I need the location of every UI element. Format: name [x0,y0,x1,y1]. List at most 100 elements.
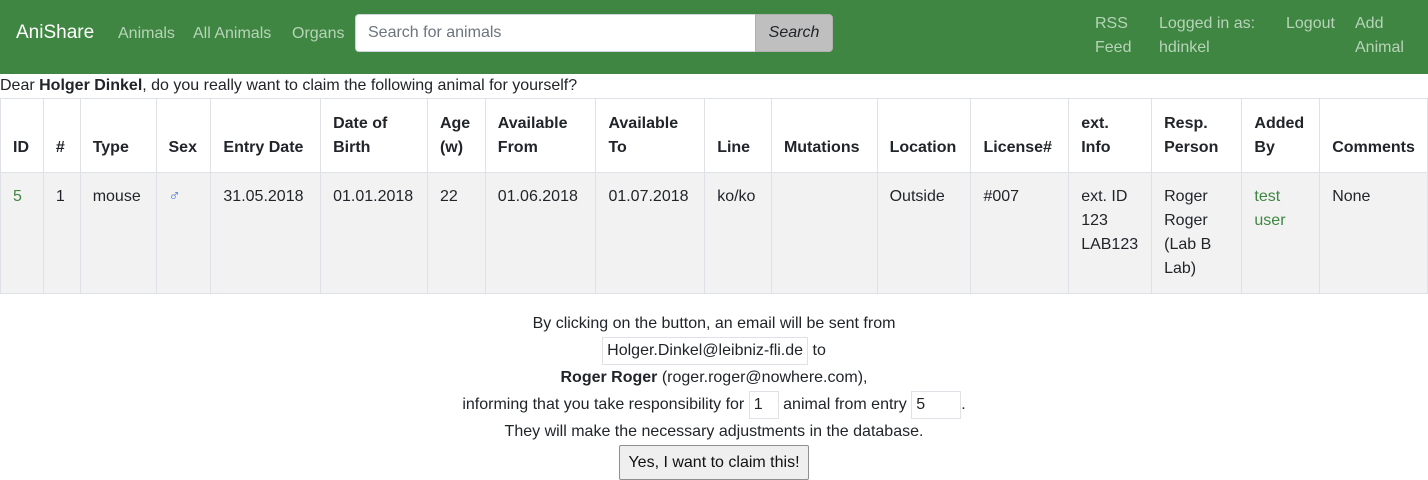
col-header-added-line2: By [1254,139,1275,156]
col-header-to-line2: To [608,139,627,156]
col-header-available-to: Available To [595,98,706,173]
added-by-user-link[interactable]: test user [1254,185,1307,233]
col-header-resp-person: Resp. Person [1151,98,1243,173]
search-button[interactable]: Search [755,14,833,52]
col-header-added-line1: Added [1254,115,1305,132]
col-header-ext-info: ext. Info [1068,98,1153,173]
cell-mutations [770,172,878,294]
add-animal-link[interactable]: Add Animal [1355,12,1404,60]
resp-suffix: . [961,396,966,414]
cell-available-to: 01.07.2018 [595,172,706,294]
entry-field[interactable]: 5 [911,391,962,419]
col-header-available-from: Available From [484,98,597,173]
cell-count: 1 [42,172,81,294]
user-full-name: Holger Dinkel [39,77,143,94]
recipient-email: (roger.roger@nowhere.com), [657,369,868,386]
animal-table: ID # Type Sex Entry Date Date of Birth Ag… [0,98,1428,294]
cell-license: #007 [970,172,1070,294]
confirm-line6: Yes, I want to claim this! [0,445,1428,480]
amount-field[interactable]: 1 [748,391,779,419]
ext-info-line2: 123 [1081,212,1108,229]
cell-entry-date: 31.05.2018 [210,172,322,294]
feed-label: Feed [1095,39,1132,56]
col-header-location: Location [876,98,972,173]
cell-age: 22 [426,172,486,294]
cell-resp-person: Roger Roger (Lab B Lab) [1151,172,1243,294]
cell-id: 5 [0,172,44,294]
table-header-row: ID # Type Sex Entry Date Date of Birth Ag… [0,98,1428,173]
logged-in-info: Logged in as: hdinkel [1159,12,1255,60]
col-header-to-line1: Available [608,115,679,132]
recipient-name: Roger Roger [560,369,658,386]
col-header-license: License# [970,98,1070,173]
greeting-question: , do you really want to claim the follow… [142,77,578,94]
col-header-ext-line1: ext. [1081,115,1109,132]
col-header-sex: Sex [155,98,212,173]
rss-feed-link[interactable]: RSS Feed [1095,12,1131,60]
ext-info-line1: ext. ID [1081,188,1128,205]
male-icon: ♂ [168,188,181,205]
cell-available-from: 01.06.2018 [484,172,597,294]
col-header-mutations: Mutations [770,98,878,173]
table-row: 5 1 mouse ♂ 31.05.2018 01.01.2018 22 01.… [0,172,1428,294]
col-header-from-line2: From [497,139,538,156]
cell-dob: 01.01.2018 [320,172,428,294]
brand-logo[interactable]: AniShare [16,22,94,44]
claim-confirmation: By clicking on the button, an email will… [0,310,1428,480]
nav-link-all-animals[interactable]: All Animals [193,25,271,43]
col-header-added-by: Added By [1241,98,1321,173]
logged-in-user: hdinkel [1159,39,1210,56]
cell-ext-info: ext. ID 123 LAB123 [1068,172,1153,294]
col-header-dob: Date of Birth [320,98,428,173]
resp-line3: (Lab B [1164,236,1212,253]
cell-sex: ♂ [155,172,212,294]
cell-added-by: test user [1241,172,1321,294]
resp-line2: Roger [1164,212,1208,229]
col-header-resp-line1: Resp. [1164,115,1208,132]
logout-link[interactable]: Logout [1286,12,1335,36]
resp-prefix: informing that you take responsibility f… [462,396,749,414]
logged-in-label: Logged in as: [1159,15,1256,32]
col-header-type: Type [79,98,157,173]
cell-comments: None [1319,172,1428,294]
rss-label: RSS [1095,15,1128,32]
resp-middle: animal from entry [778,396,912,414]
cell-type: mouse [79,172,157,294]
resp-line4: Lab) [1164,260,1197,277]
greeting-prefix: Dear [0,77,40,94]
col-header-dob-line2: Birth [333,139,371,156]
navbar: AniShare Animals All Animals Organs Sear… [0,0,1428,74]
col-header-comments: Comments [1319,98,1428,173]
confirm-line1: By clicking on the button, an email will… [532,315,896,332]
animal-id-link[interactable]: 5 [13,188,22,205]
animal-label: Animal [1355,39,1404,56]
col-header-dob-line1: Date of [333,115,388,132]
search-input[interactable] [355,14,755,52]
confirm-line2: Holger.Dinkel@leibniz-fli.de to [0,337,1428,365]
sender-email-field[interactable]: Holger.Dinkel@leibniz-fli.de [602,337,809,365]
col-header-age: Age (w) [426,98,486,173]
cell-location: Outside [876,172,972,294]
confirm-line5: They will make the necessary adjustments… [504,423,924,440]
added-by-line2: user [1254,212,1286,229]
col-header-age-line1: Age [439,115,471,132]
col-header-from-line1: Available [497,115,568,132]
ext-info-line3: LAB123 [1081,236,1139,253]
add-label: Add [1355,15,1384,32]
to-word: to [808,342,826,360]
col-header-resp-line2: Person [1164,139,1219,156]
added-by-line1: test [1254,188,1281,205]
confirm-line3: Roger Roger (roger.roger@nowhere.com), [0,364,1428,391]
col-header-line: Line [704,98,772,173]
nav-link-organs[interactable]: Organs [292,25,344,43]
col-header-id: ID [0,98,44,173]
col-header-age-line2: (w) [439,139,464,156]
greeting-text: Dear Holger Dinkel, do you really want t… [0,77,577,95]
col-header-count: # [42,98,81,173]
cell-line: ko/ko [704,172,772,294]
claim-button[interactable]: Yes, I want to claim this! [619,445,809,480]
resp-line1: Roger [1164,188,1208,205]
col-header-entry-date: Entry Date [210,98,322,173]
nav-link-animals[interactable]: Animals [118,25,175,43]
confirm-line4: informing that you take responsibility f… [0,391,1428,419]
